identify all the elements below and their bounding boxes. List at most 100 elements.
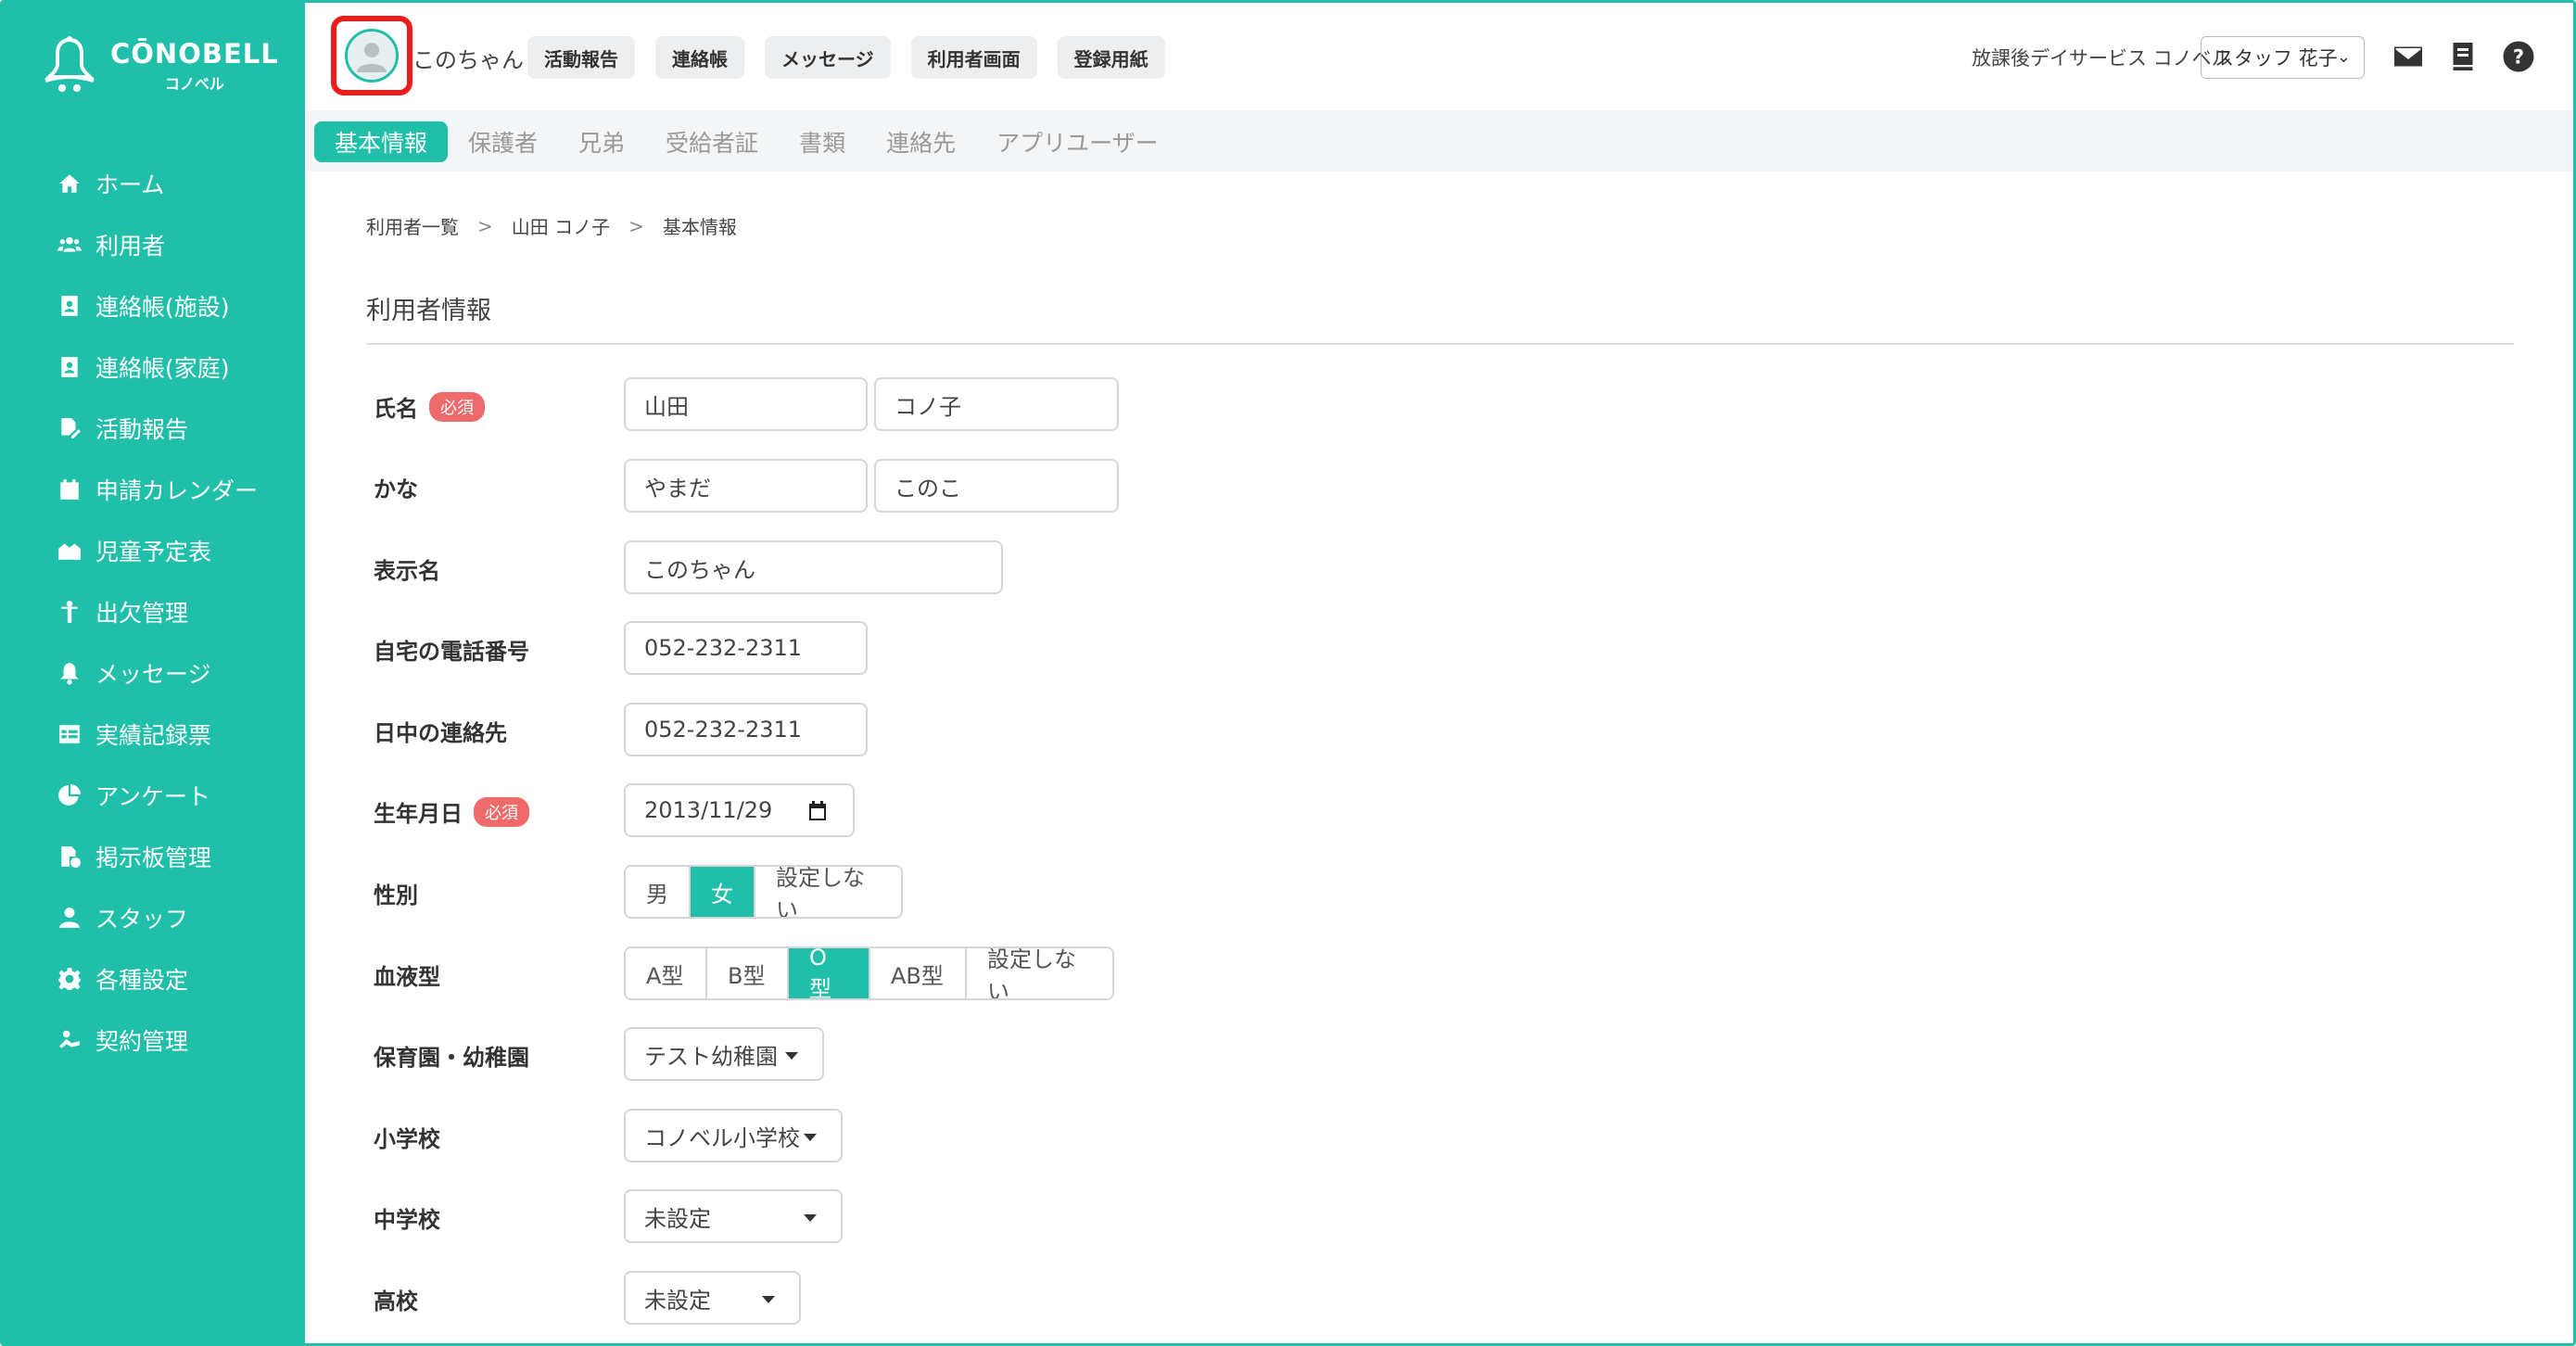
blood-option-unset[interactable]: 設定しない bbox=[967, 948, 1112, 998]
tab-documents[interactable]: 書類 bbox=[779, 121, 866, 162]
home-phone-input[interactable]: 052-232-2311 bbox=[624, 621, 868, 675]
birthday-label-group: 生年月日 必須 bbox=[374, 795, 529, 828]
contact-book-button[interactable]: 連絡帳 bbox=[655, 36, 744, 79]
app-logo[interactable]: CŌNOBELL コノベル bbox=[42, 36, 279, 95]
breadcrumb-current: 基本情報 bbox=[662, 216, 737, 238]
day-contact-label-group: 日中の連絡先 bbox=[374, 715, 507, 747]
message-button[interactable]: メッセージ bbox=[765, 36, 891, 79]
avatar[interactable] bbox=[345, 29, 399, 83]
sidebar-item-label: 出欠管理 bbox=[95, 600, 189, 627]
gender-option-female[interactable]: 女 bbox=[691, 867, 755, 917]
sidebar-item-label: スタッフ bbox=[95, 906, 189, 933]
display-name-label-group: 表示名 bbox=[374, 552, 440, 585]
attendance-icon bbox=[57, 599, 82, 625]
blood-type-label: 血液型 bbox=[374, 964, 440, 990]
tab-guardian[interactable]: 保護者 bbox=[448, 121, 558, 162]
sidebar-item-attendance[interactable]: 出欠管理 bbox=[3, 581, 305, 642]
gender-label-group: 性別 bbox=[374, 877, 418, 909]
registration-form-button[interactable]: 登録用紙 bbox=[1057, 36, 1165, 79]
breadcrumb-user-list[interactable]: 利用者一覧 bbox=[366, 212, 459, 239]
gender-option-unset[interactable]: 設定しない bbox=[755, 867, 901, 917]
first-name-input[interactable]: コノ子 bbox=[874, 377, 1119, 431]
sidebar-item-calendar[interactable]: 申請カレンダー bbox=[3, 459, 305, 520]
sidebar-item-label: 各種設定 bbox=[95, 967, 189, 994]
nursery-select[interactable]: テスト幼稚園 bbox=[624, 1027, 824, 1081]
tab-app-users[interactable]: アプリユーザー bbox=[976, 121, 1179, 162]
tab-basic-info[interactable]: 基本情報 bbox=[314, 121, 449, 162]
tab-certificate[interactable]: 受給者証 bbox=[645, 121, 779, 162]
bell-icon bbox=[57, 660, 82, 686]
sidebar-item-schedule[interactable]: 児童予定表 bbox=[3, 520, 305, 581]
user-screen-button[interactable]: 利用者画面 bbox=[910, 36, 1037, 79]
blood-option-a[interactable]: A型 bbox=[626, 948, 707, 998]
section-divider bbox=[366, 343, 2514, 345]
blood-type-label-group: 血液型 bbox=[374, 959, 440, 991]
sidebar-item-bulletin[interactable]: 掲示板管理 bbox=[3, 826, 305, 887]
contact-book-icon bbox=[57, 354, 82, 380]
sidebar-item-home[interactable]: ホーム bbox=[3, 153, 305, 214]
sidebar-item-survey[interactable]: アンケート bbox=[3, 765, 305, 826]
current-user-name[interactable]: このちゃん bbox=[412, 42, 524, 74]
table-icon bbox=[57, 721, 82, 747]
gender-selector: 男 女 設定しない bbox=[624, 865, 903, 919]
junior-high-select[interactable]: 未設定 bbox=[624, 1189, 843, 1243]
birthday-date-input[interactable]: 2013/11/29 bbox=[624, 783, 855, 837]
blood-option-o[interactable]: O型 bbox=[789, 948, 870, 998]
calendar-icon[interactable] bbox=[806, 800, 829, 822]
junior-high-label-group: 中学校 bbox=[374, 1201, 440, 1234]
gender-option-male[interactable]: 男 bbox=[626, 867, 691, 917]
activity-report-icon bbox=[57, 415, 82, 441]
bell-logo-icon bbox=[44, 36, 95, 92]
users-icon bbox=[57, 232, 82, 258]
elementary-value: コノベル小学校 bbox=[644, 1124, 800, 1151]
help-icon[interactable]: ? bbox=[2502, 40, 2535, 73]
high-school-label-group: 高校 bbox=[374, 1283, 418, 1315]
last-name-input[interactable]: 山田 bbox=[624, 377, 868, 431]
dropdown-arrow-icon bbox=[804, 1134, 817, 1141]
sidebar-item-label: 実績記録票 bbox=[95, 722, 212, 749]
mail-icon[interactable] bbox=[2392, 40, 2425, 73]
home-icon bbox=[57, 171, 82, 197]
required-badge: 必須 bbox=[429, 391, 485, 422]
nursery-label: 保育園・幼稚園 bbox=[374, 1045, 529, 1071]
sidebar-item-contract[interactable]: 契約管理 bbox=[3, 1010, 305, 1071]
dropdown-arrow-icon bbox=[804, 1214, 817, 1222]
high-school-label: 高校 bbox=[374, 1289, 418, 1314]
staff-select[interactable]: スタッフ 花子 ⌄ bbox=[2201, 36, 2365, 79]
sidebar-item-contact-facility[interactable]: 連絡帳(施設) bbox=[3, 275, 305, 336]
sidebar: CŌNOBELL コノベル ホーム 利用者 連絡帳(施設) 連絡帳(家庭) 活動… bbox=[3, 3, 305, 1343]
sidebar-item-settings[interactable]: 各種設定 bbox=[3, 948, 305, 1010]
sidebar-item-records[interactable]: 実績記録票 bbox=[3, 704, 305, 765]
home-phone-label-group: 自宅の電話番号 bbox=[374, 633, 529, 666]
sidebar-item-label: 連絡帳(家庭) bbox=[95, 355, 230, 382]
sidebar-item-label: アンケート bbox=[95, 783, 211, 810]
sidebar-item-label: 活動報告 bbox=[95, 416, 189, 443]
logo-wordmark: CŌNOBELL bbox=[110, 38, 279, 70]
sidebar-item-users[interactable]: 利用者 bbox=[3, 214, 305, 275]
sidebar-item-staff[interactable]: スタッフ bbox=[3, 887, 305, 948]
elementary-select[interactable]: コノベル小学校 bbox=[624, 1109, 843, 1162]
breadcrumb-user[interactable]: 山田 コノ子 bbox=[512, 212, 610, 239]
junior-high-value: 未設定 bbox=[644, 1205, 711, 1232]
required-badge: 必須 bbox=[474, 796, 529, 827]
tab-siblings[interactable]: 兄弟 bbox=[558, 121, 645, 162]
book-icon[interactable] bbox=[2446, 40, 2480, 73]
sidebar-item-messages[interactable]: メッセージ bbox=[3, 642, 305, 704]
first-name-kana-input[interactable]: このこ bbox=[874, 459, 1119, 513]
day-contact-input[interactable]: 052-232-2311 bbox=[624, 703, 868, 756]
activity-report-button[interactable]: 活動報告 bbox=[527, 36, 635, 79]
birthday-value: 2013/11/29 bbox=[644, 797, 773, 823]
elementary-label: 小学校 bbox=[374, 1126, 440, 1152]
calendar-icon bbox=[57, 476, 82, 502]
svg-text:?: ? bbox=[2513, 46, 2524, 69]
display-name-input[interactable]: このちゃん bbox=[624, 540, 1003, 594]
sidebar-item-activity-report[interactable]: 活動報告 bbox=[3, 398, 305, 459]
schedule-icon bbox=[57, 538, 82, 564]
blood-option-ab[interactable]: AB型 bbox=[870, 948, 967, 998]
last-name-kana-input[interactable]: やまだ bbox=[624, 459, 868, 513]
tab-contacts[interactable]: 連絡先 bbox=[866, 121, 976, 162]
blood-option-b[interactable]: B型 bbox=[707, 948, 789, 998]
high-school-select[interactable]: 未設定 bbox=[624, 1271, 801, 1325]
sidebar-item-contact-home[interactable]: 連絡帳(家庭) bbox=[3, 336, 305, 398]
avatar-highlight[interactable] bbox=[331, 16, 412, 95]
